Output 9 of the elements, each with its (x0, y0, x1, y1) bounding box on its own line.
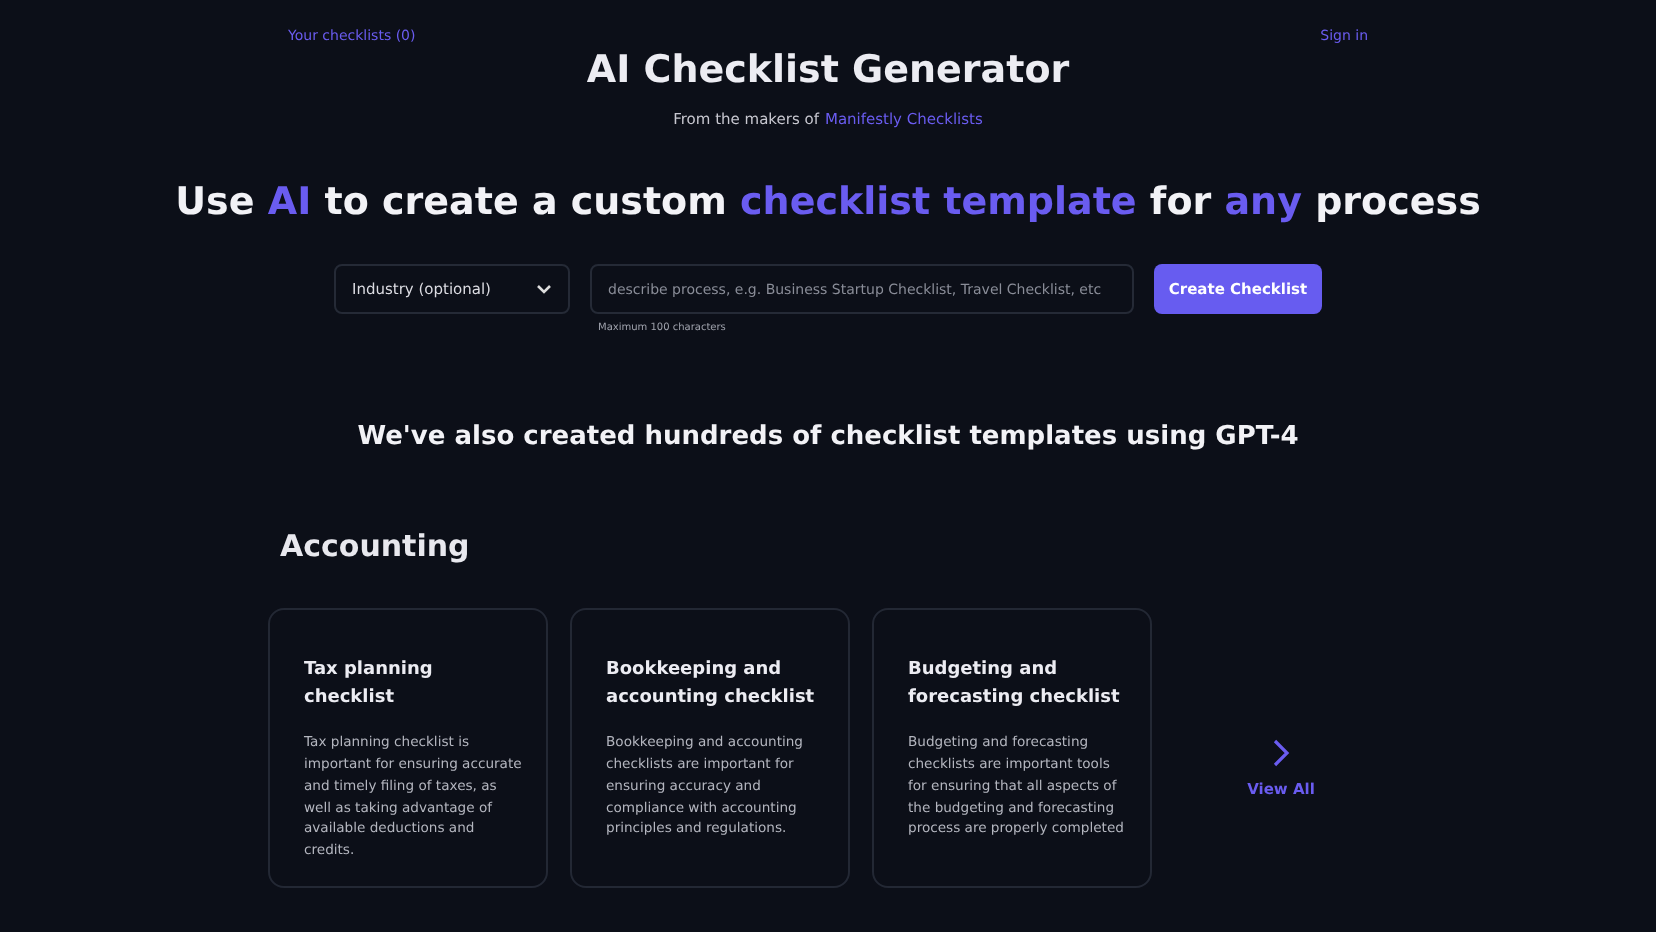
headline: Use AI to create a custom checklist template for any process (175, 180, 1481, 224)
card-title: Tax planning checklist (304, 658, 435, 712)
category-title: Accounting (280, 528, 472, 564)
chevron-right-icon[interactable] (1272, 738, 1290, 768)
page-title: AI Checklist Generator (586, 48, 1070, 92)
chevron-down-icon (536, 284, 552, 294)
card-title: Bookkeeping and accounting checklist (606, 658, 817, 712)
templates-heading: We've also created hundreds of checklist templates using GPT-4 (357, 422, 1299, 452)
card-title: Budgeting and forecasting checklist (908, 658, 1122, 712)
